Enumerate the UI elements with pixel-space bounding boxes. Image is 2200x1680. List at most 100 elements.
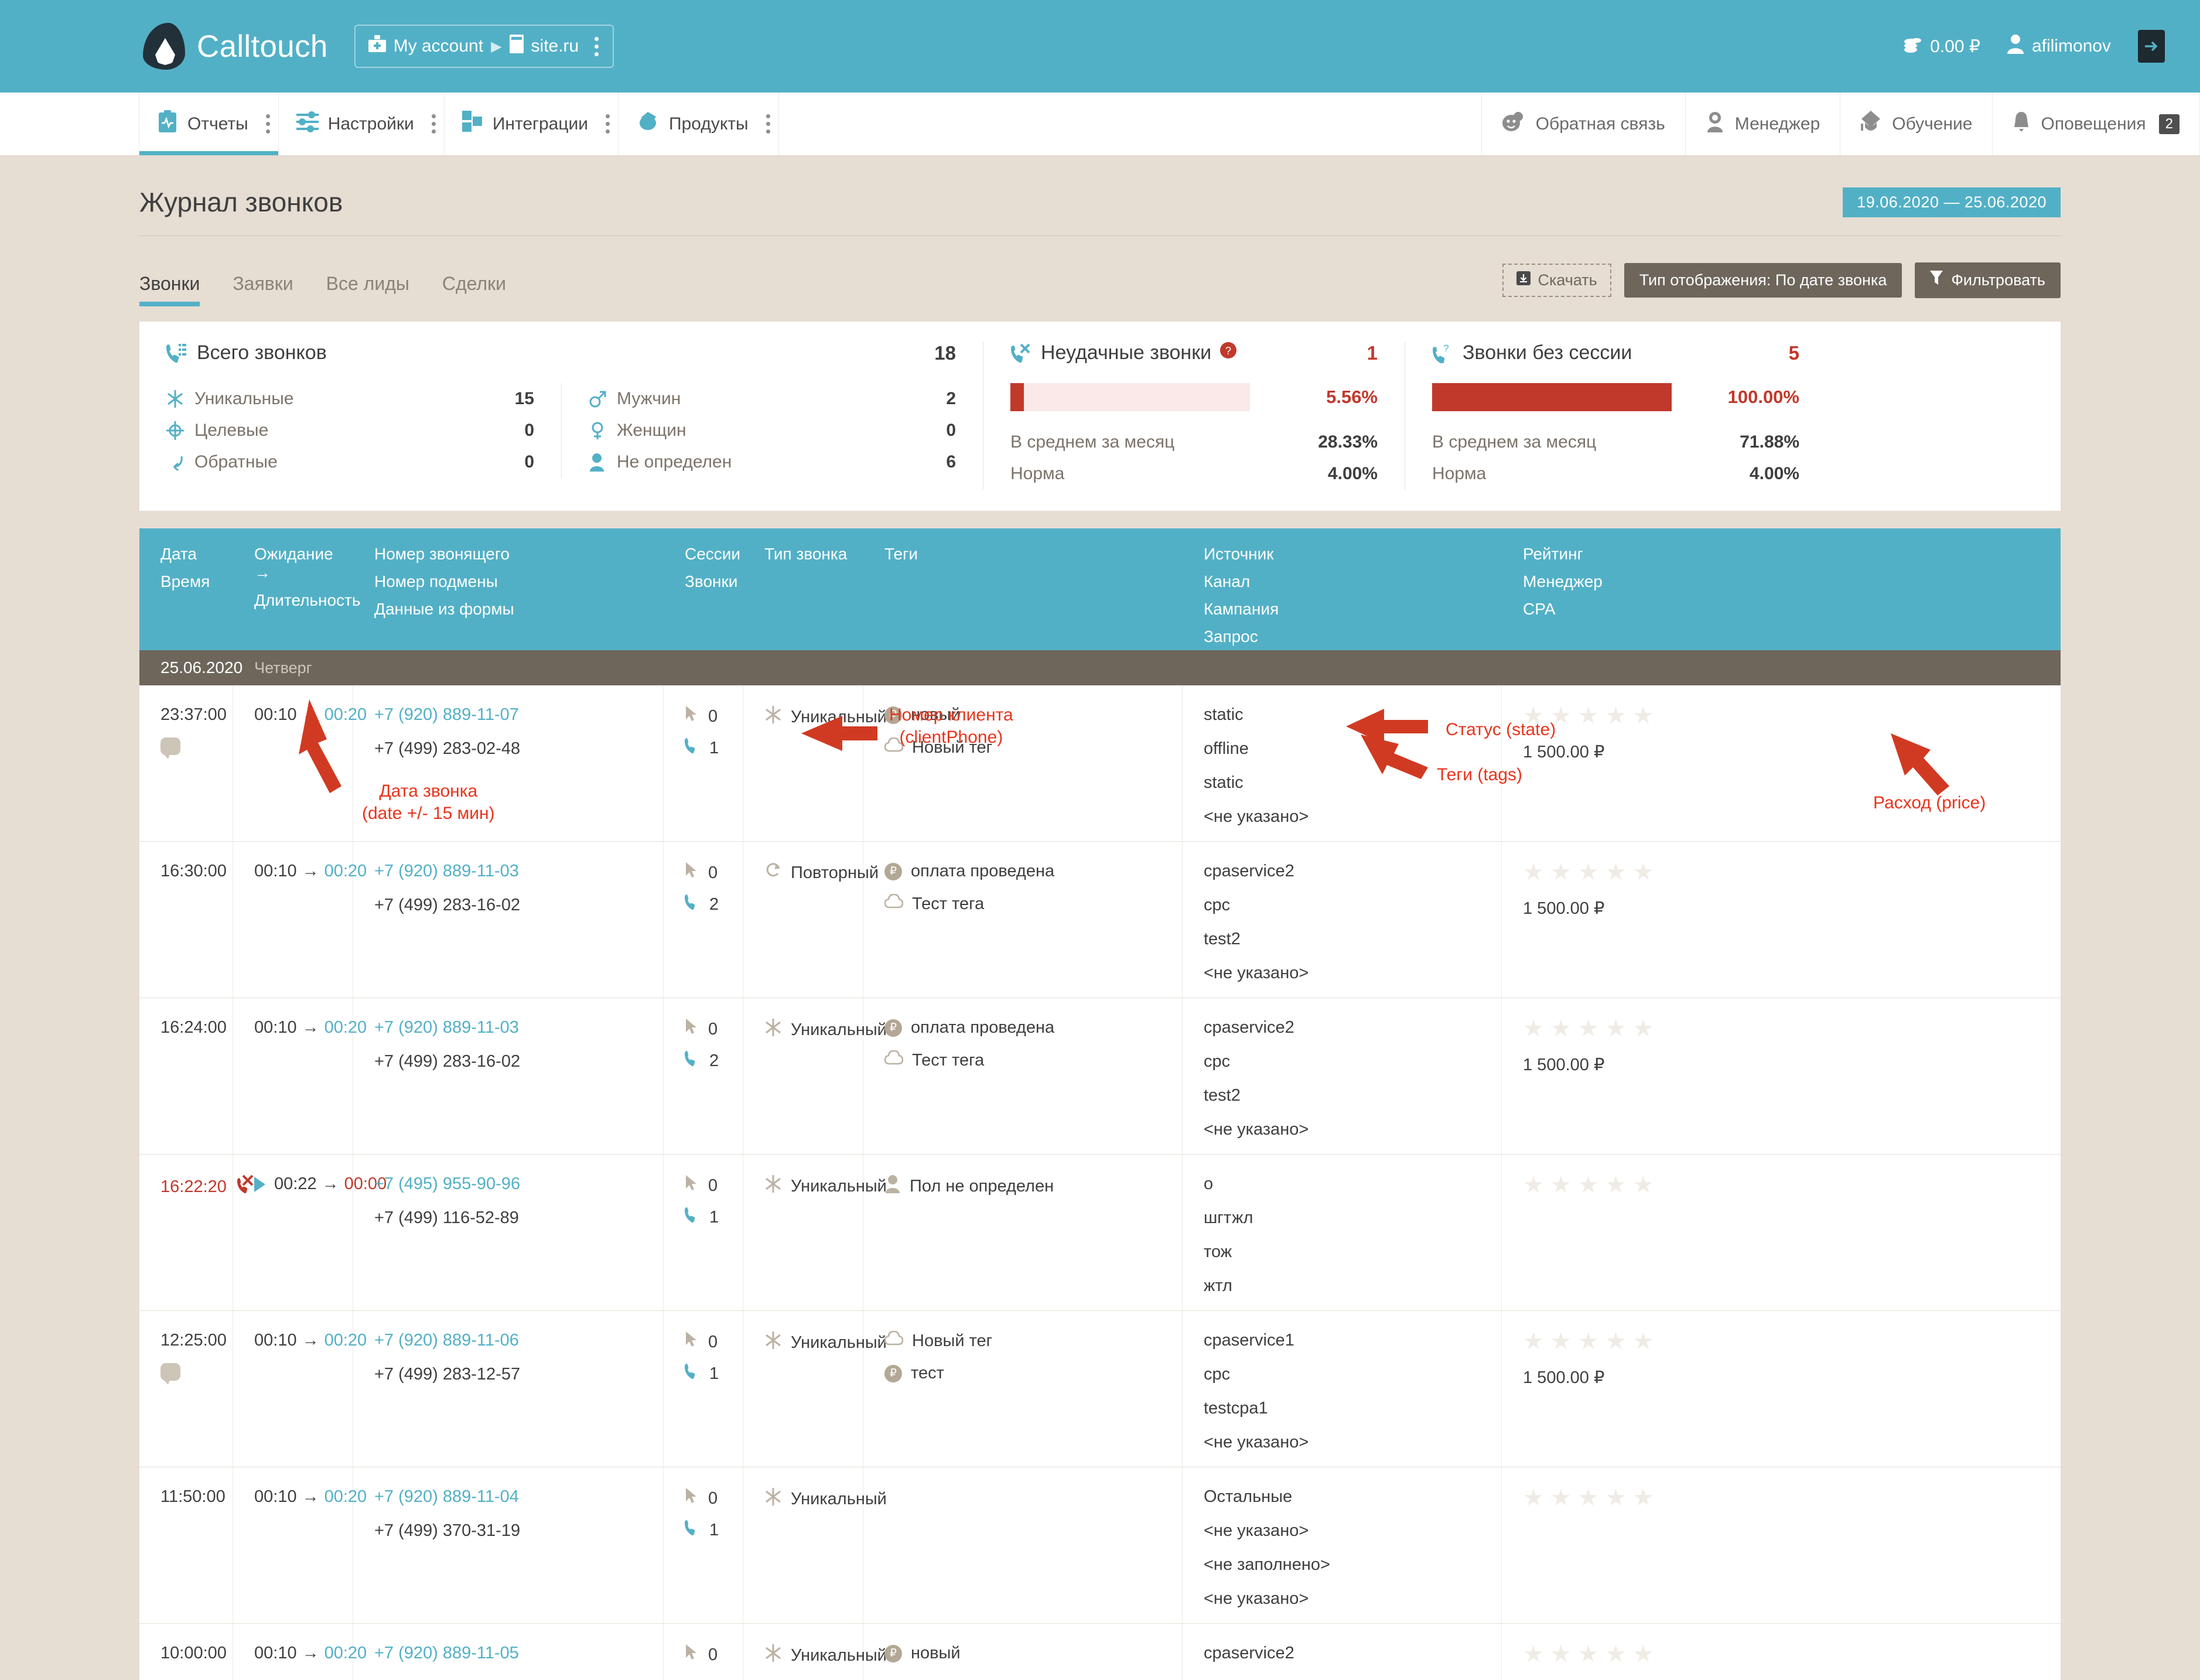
logout-button[interactable]	[2138, 30, 2165, 63]
star-icon[interactable]: ★	[1523, 1173, 1544, 1197]
star-icon[interactable]: ★	[1578, 704, 1599, 728]
filter-button[interactable]: Фильтровать	[1915, 262, 2061, 298]
star-icon[interactable]: ★	[1523, 1017, 1544, 1040]
rating-stars[interactable]: ★ ★ ★ ★ ★	[1523, 704, 1695, 728]
brand-logo[interactable]: Calltouch	[139, 22, 328, 71]
star-icon[interactable]: ★	[1605, 1330, 1627, 1353]
client-phone-link[interactable]: +7 (495) 955-90-96	[374, 1174, 663, 1194]
user-menu[interactable]: afilimonov	[2007, 34, 2111, 59]
star-icon[interactable]: ★	[1523, 1486, 1544, 1510]
star-icon[interactable]: ★	[1550, 1330, 1572, 1353]
star-icon[interactable]: ★	[1578, 1330, 1599, 1353]
col-sessions[interactable]: Сессии Звонки	[664, 545, 743, 650]
download-button[interactable]: Скачать	[1502, 264, 1611, 297]
col-rating[interactable]: Рейтинг Менеджер CPA	[1502, 545, 1695, 650]
display-type-button[interactable]: Тип отображения: По дате звонка	[1624, 263, 1902, 298]
nav-item-settings[interactable]: Настройки	[278, 93, 445, 155]
table-row[interactable]: 16:22:20 00:22 → 00:00 +7 (495) 955-90-96 +7 …	[139, 1155, 2061, 1311]
nav-item-reports[interactable]: Отчеты	[139, 93, 279, 155]
comment-icon[interactable]	[160, 737, 180, 759]
help-icon[interactable]: ?	[1219, 342, 1237, 364]
star-icon[interactable]: ★	[1632, 1173, 1654, 1197]
tag-item[interactable]: Тест тега	[884, 893, 1182, 914]
star-icon[interactable]: ★	[1550, 1017, 1572, 1040]
star-icon[interactable]: ★	[1550, 1486, 1572, 1510]
tab-calls[interactable]: Звонки	[139, 273, 200, 306]
star-icon[interactable]: ★	[1632, 1017, 1654, 1040]
star-icon[interactable]: ★	[1632, 1486, 1654, 1510]
star-icon[interactable]: ★	[1523, 1643, 1544, 1666]
tab-deals[interactable]: Сделки	[442, 273, 506, 306]
star-icon[interactable]: ★	[1605, 861, 1627, 884]
star-icon[interactable]: ★	[1632, 1330, 1654, 1353]
tag-item[interactable]: ₽ тест	[884, 1364, 1182, 1383]
tag-item[interactable]: Новый тег	[884, 737, 1182, 757]
star-icon[interactable]: ★	[1605, 1173, 1627, 1197]
star-icon[interactable]: ★	[1550, 1173, 1572, 1197]
nav-more-icon[interactable]	[758, 114, 778, 134]
tag-item[interactable]: ₽ оплата проведена	[884, 1018, 1182, 1037]
table-row[interactable]: 12:25:00 00:10 → 00:20 +7 (920) 889-11-06 +7 …	[139, 1311, 2061, 1467]
date-range-picker[interactable]: 19.06.2020 — 25.06.2020	[1843, 187, 2061, 217]
nav-item-manager[interactable]: Менеджер	[1685, 93, 1841, 155]
star-icon[interactable]: ★	[1605, 704, 1627, 728]
table-row[interactable]: 11:50:00 00:10 → 00:20 +7 (920) 889-11-04 +7 …	[139, 1467, 2061, 1624]
col-calltype[interactable]: Тип звонка	[743, 545, 863, 650]
rating-stars[interactable]: ★ ★ ★ ★ ★	[1523, 1017, 1695, 1040]
star-icon[interactable]: ★	[1632, 1643, 1654, 1666]
nav-more-icon[interactable]	[423, 114, 444, 134]
star-icon[interactable]: ★	[1578, 1643, 1599, 1666]
star-icon[interactable]: ★	[1550, 861, 1572, 884]
tag-item[interactable]: Тест тега	[884, 1050, 1182, 1070]
col-number[interactable]: Номер звонящего Номер подмены Данные из …	[353, 545, 664, 650]
star-icon[interactable]: ★	[1578, 861, 1599, 884]
nav-more-icon[interactable]	[258, 114, 278, 134]
tab-requests[interactable]: Заявки	[233, 273, 293, 306]
star-icon[interactable]: ★	[1523, 1330, 1544, 1353]
rating-stars[interactable]: ★ ★ ★ ★ ★	[1523, 861, 1695, 884]
play-icon[interactable]	[254, 1176, 265, 1192]
client-phone-link[interactable]: +7 (920) 889-11-03	[374, 862, 663, 881]
nav-item-integrations[interactable]: Интеграции	[443, 93, 619, 155]
client-phone-link[interactable]: +7 (920) 889-11-06	[374, 1331, 663, 1350]
table-row[interactable]: 23:37:00 00:10 → 00:20 +7 (920) 889-11-07 +7 …	[139, 685, 2061, 842]
star-icon[interactable]: ★	[1578, 1017, 1599, 1040]
star-icon[interactable]: ★	[1523, 861, 1544, 884]
star-icon[interactable]: ★	[1578, 1173, 1599, 1197]
rating-stars[interactable]: ★ ★ ★ ★ ★	[1523, 1643, 1695, 1666]
table-row[interactable]: 10:00:00 00:10 → 00:20 +7 (920) 889-11-05 0 Ун…	[139, 1624, 2061, 1680]
client-phone-link[interactable]: +7 (920) 889-11-05	[374, 1644, 663, 1663]
table-row[interactable]: 16:24:00 00:10 → 00:20 +7 (920) 889-11-03 +7 …	[139, 998, 2061, 1155]
client-phone-link[interactable]: +7 (920) 889-11-03	[374, 1018, 663, 1037]
star-icon[interactable]: ★	[1605, 1643, 1627, 1666]
star-icon[interactable]: ★	[1550, 1643, 1572, 1666]
star-icon[interactable]: ★	[1632, 861, 1654, 884]
balance[interactable]: 0.00 ₽	[1902, 36, 1980, 57]
client-phone-link[interactable]: +7 (920) 889-11-04	[374, 1487, 663, 1507]
tag-item[interactable]: ₽ новый	[884, 705, 1182, 725]
nav-item-education[interactable]: Обучение	[1840, 93, 1993, 155]
star-icon[interactable]: ★	[1632, 704, 1654, 728]
star-icon[interactable]: ★	[1605, 1486, 1627, 1510]
nav-item-products[interactable]: Продукты	[618, 93, 779, 155]
client-phone-link[interactable]: +7 (920) 889-11-07	[374, 705, 663, 725]
tab-all-leads[interactable]: Все лиды	[326, 273, 409, 306]
table-row[interactable]: 16:30:00 00:10 → 00:20 +7 (920) 889-11-03 +7 …	[139, 842, 2061, 998]
tag-item[interactable]: Пол не определен	[884, 1174, 1182, 1198]
account-switcher[interactable]: My account ▶ site.ru	[354, 25, 614, 68]
col-date[interactable]: Дата Время	[139, 545, 233, 650]
rating-stars[interactable]: ★ ★ ★ ★ ★	[1523, 1330, 1695, 1353]
star-icon[interactable]: ★	[1550, 704, 1572, 728]
nav-more-icon[interactable]	[597, 114, 618, 134]
nav-item-feedback[interactable]: Обратная связь	[1481, 93, 1686, 155]
star-icon[interactable]: ★	[1605, 1017, 1627, 1040]
rating-stars[interactable]: ★ ★ ★ ★ ★	[1523, 1486, 1695, 1510]
rating-stars[interactable]: ★ ★ ★ ★ ★	[1523, 1173, 1695, 1197]
tag-item[interactable]: ₽ оплата проведена	[884, 862, 1182, 881]
account-menu-icon[interactable]	[586, 36, 607, 56]
col-tags[interactable]: Теги	[863, 545, 1183, 650]
tag-item[interactable]: Новый тег	[884, 1330, 1182, 1351]
col-wait[interactable]: Ожидание → Длительность	[233, 545, 360, 650]
nav-item-notifications[interactable]: Оповещения 2	[1992, 93, 2200, 155]
star-icon[interactable]: ★	[1523, 704, 1544, 728]
